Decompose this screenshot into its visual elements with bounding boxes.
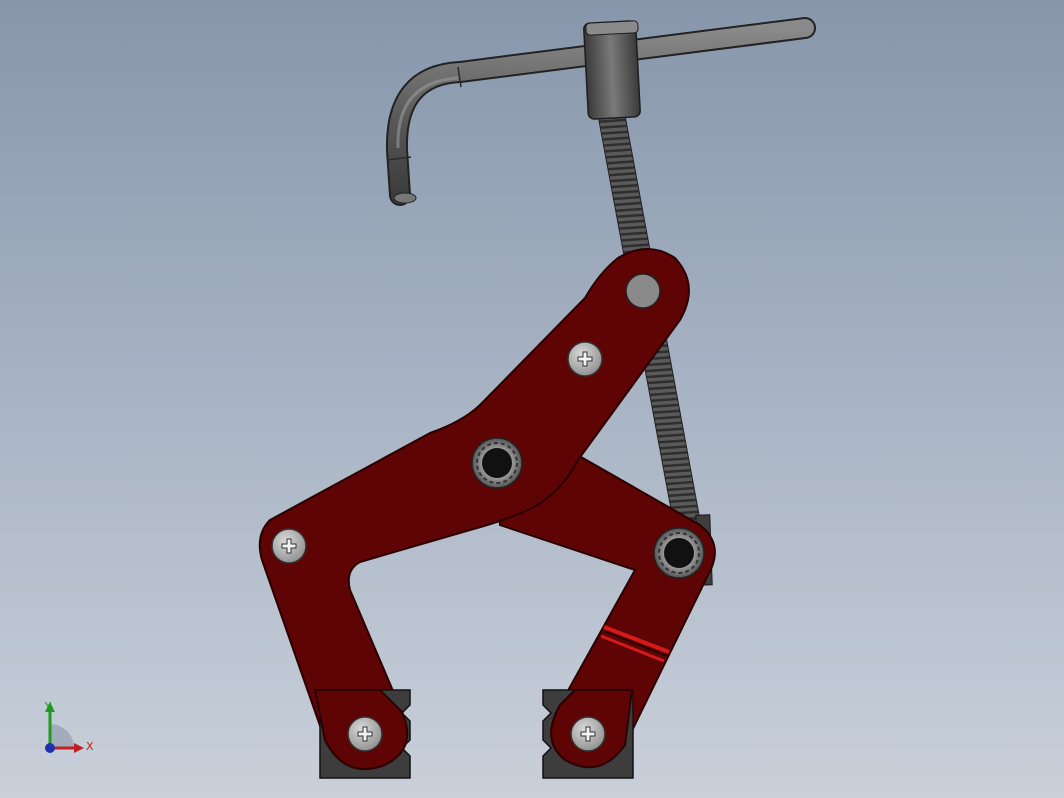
z-axis-dot (45, 743, 55, 753)
bolt-upper-arm-icon (567, 341, 603, 377)
y-axis-label: Y (44, 700, 52, 713)
bolt-left-elbow-icon (271, 528, 307, 564)
x-axis-label: X (86, 740, 94, 753)
cad-viewport[interactable]: Y X (0, 0, 1064, 798)
screw-head (583, 20, 641, 120)
t-handle[interactable] (385, 17, 816, 206)
rear-pivot-pin[interactable] (653, 527, 705, 579)
axis-triad: Y X (44, 700, 94, 753)
bolt-right-jaw-icon (570, 716, 606, 752)
bolt-left-jaw-icon (347, 716, 383, 752)
center-pivot-pin[interactable] (471, 437, 523, 489)
pivot-hole (625, 273, 661, 309)
clamp-model[interactable]: Y X (0, 0, 1064, 798)
